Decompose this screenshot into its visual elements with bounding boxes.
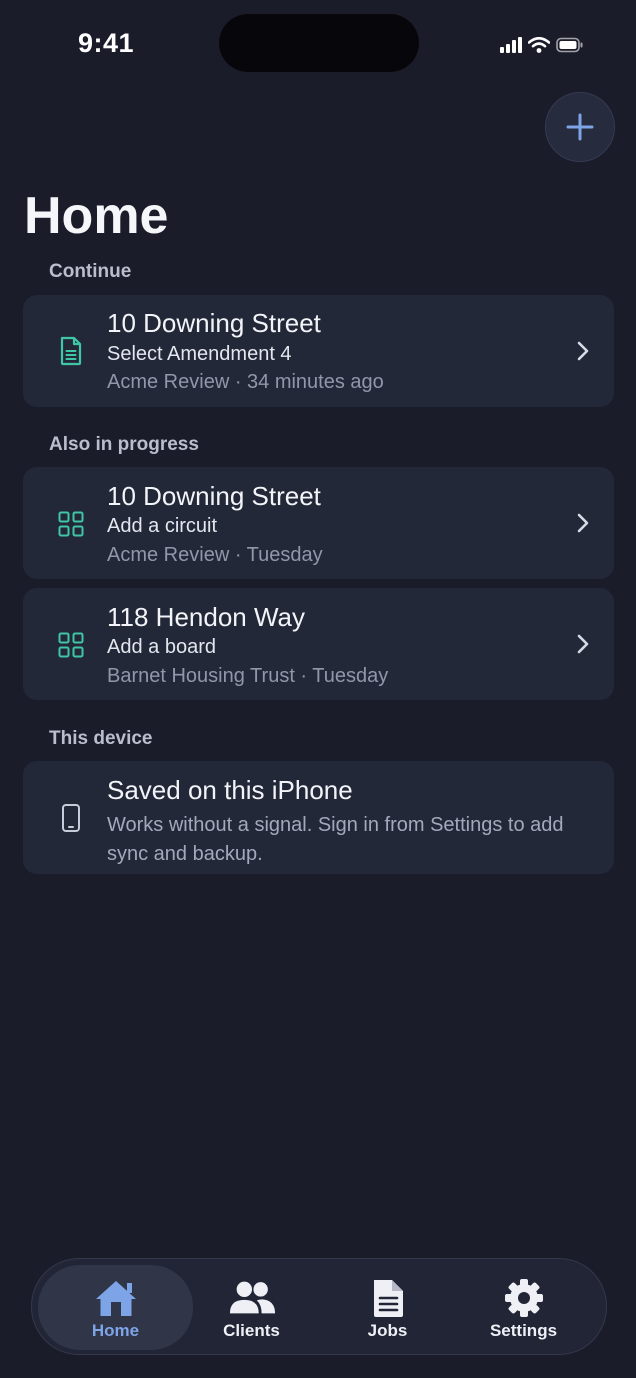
chevron-right-icon	[577, 513, 589, 533]
document-icon	[58, 336, 84, 366]
tab-label: Clients	[223, 1321, 280, 1340]
page-title: Home	[24, 187, 169, 245]
card-title: 118 Hendon Way	[107, 602, 306, 632]
chevron-right-icon	[577, 634, 589, 654]
battery-icon	[556, 37, 583, 53]
section-label-continue: Continue	[49, 261, 132, 282]
tab-label: Home	[91, 1321, 140, 1340]
wifi-icon	[528, 37, 550, 53]
card-subtitle: Add a board	[107, 636, 216, 658]
dynamic-island	[219, 14, 419, 72]
card-title: 10 Downing Street	[107, 308, 321, 338]
grid-icon	[58, 509, 84, 539]
in-progress-card[interactable]: 10 Downing Street Add a circuit Acme Rev…	[23, 467, 614, 579]
gear-icon	[500, 1277, 548, 1319]
people-icon	[228, 1277, 276, 1319]
tab-jobs[interactable]: Jobs	[310, 1265, 465, 1350]
device-card: Saved on this iPhone Works without a sig…	[23, 761, 614, 874]
add-button[interactable]	[545, 92, 615, 162]
tab-label: Settings	[489, 1321, 558, 1340]
card-title: 10 Downing Street	[107, 481, 321, 511]
tab-label: Jobs	[367, 1321, 408, 1340]
tab-settings[interactable]: Settings	[446, 1265, 601, 1350]
home-screen: 9:41 Home Continue 10 Downing Street Sel…	[0, 0, 636, 1378]
chevron-right-icon	[577, 341, 589, 361]
file-icon	[364, 1277, 412, 1319]
device-description: Works without a signal. Sign in from Set…	[107, 814, 564, 865]
card-subtitle: Select Amendment 4	[107, 343, 292, 365]
card-subtitle: Add a circuit	[107, 515, 218, 537]
home-icon	[92, 1277, 140, 1319]
status-icons	[500, 34, 584, 56]
grid-icon	[58, 630, 84, 660]
plus-icon	[566, 113, 594, 141]
tab-clients[interactable]: Clients	[174, 1265, 329, 1350]
in-progress-card[interactable]: 118 Hendon Way Add a board Barnet Housin…	[23, 588, 614, 700]
card-title: Saved on this iPhone	[107, 775, 353, 805]
tab-bar: Home Clients Jobs Settings	[31, 1258, 607, 1355]
signal-icon	[500, 37, 522, 53]
card-meta: Barnet Housing Trust · Tuesday	[107, 665, 389, 687]
card-meta: Acme Review · Tuesday	[107, 544, 323, 566]
tab-home[interactable]: Home	[38, 1265, 193, 1350]
section-label-device: This device	[49, 728, 153, 749]
continue-card[interactable]: 10 Downing Street Select Amendment 4 Acm…	[23, 295, 614, 407]
status-time: 9:41	[78, 28, 135, 58]
phone-icon	[58, 803, 84, 833]
section-label-in-progress: Also in progress	[49, 434, 199, 455]
card-meta: Acme Review · 34 minutes ago	[107, 371, 384, 393]
